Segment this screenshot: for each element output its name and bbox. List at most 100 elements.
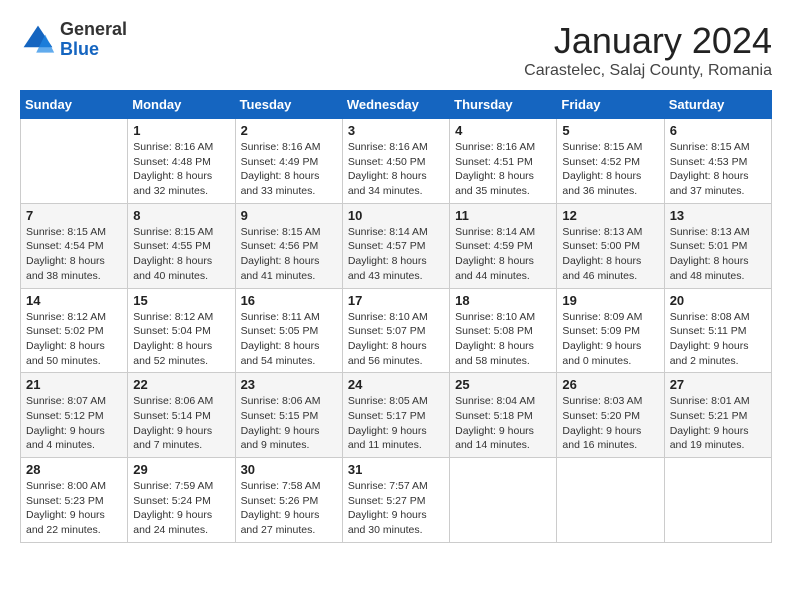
day-info: Sunrise: 8:07 AM Sunset: 5:12 PM Dayligh… <box>26 394 122 453</box>
weekday-header-monday: Monday <box>128 91 235 119</box>
calendar-cell: 12Sunrise: 8:13 AM Sunset: 5:00 PM Dayli… <box>557 203 664 288</box>
day-info: Sunrise: 8:10 AM Sunset: 5:08 PM Dayligh… <box>455 310 551 369</box>
day-info: Sunrise: 8:12 AM Sunset: 5:04 PM Dayligh… <box>133 310 229 369</box>
day-number: 25 <box>455 377 551 392</box>
weekday-header-wednesday: Wednesday <box>342 91 449 119</box>
day-number: 2 <box>241 123 337 138</box>
calendar-cell: 9Sunrise: 8:15 AM Sunset: 4:56 PM Daylig… <box>235 203 342 288</box>
day-number: 27 <box>670 377 766 392</box>
calendar-table: SundayMondayTuesdayWednesdayThursdayFrid… <box>20 90 772 543</box>
day-info: Sunrise: 8:16 AM Sunset: 4:48 PM Dayligh… <box>133 140 229 199</box>
day-info: Sunrise: 8:03 AM Sunset: 5:20 PM Dayligh… <box>562 394 658 453</box>
day-info: Sunrise: 8:06 AM Sunset: 5:14 PM Dayligh… <box>133 394 229 453</box>
day-number: 22 <box>133 377 229 392</box>
day-info: Sunrise: 8:01 AM Sunset: 5:21 PM Dayligh… <box>670 394 766 453</box>
day-info: Sunrise: 8:06 AM Sunset: 5:15 PM Dayligh… <box>241 394 337 453</box>
day-number: 31 <box>348 462 444 477</box>
day-number: 24 <box>348 377 444 392</box>
day-info: Sunrise: 8:16 AM Sunset: 4:50 PM Dayligh… <box>348 140 444 199</box>
weekday-header-tuesday: Tuesday <box>235 91 342 119</box>
calendar-cell: 16Sunrise: 8:11 AM Sunset: 5:05 PM Dayli… <box>235 288 342 373</box>
calendar-cell: 6 Sunrise: 8:15 AM Sunset: 4:53 PM Daylig… <box>664 119 771 204</box>
day-info: Sunrise: 8:15 AM Sunset: 4:52 PM Dayligh… <box>562 140 658 199</box>
calendar-cell: 4Sunrise: 8:16 AM Sunset: 4:51 PM Daylig… <box>450 119 557 204</box>
day-info: Sunrise: 7:58 AM Sunset: 5:26 PM Dayligh… <box>241 479 337 538</box>
day-info: Sunrise: 8:13 AM Sunset: 5:01 PM Dayligh… <box>670 225 766 284</box>
calendar-week-row: 28 Sunrise: 8:00 AM Sunset: 5:23 PM Dayli… <box>21 458 772 543</box>
day-info: Sunrise: 8:16 AM Sunset: 4:49 PM Dayligh… <box>241 140 337 199</box>
calendar-cell: 19 Sunrise: 8:09 AM Sunset: 5:09 PM Dayli… <box>557 288 664 373</box>
calendar-cell: 31Sunrise: 7:57 AM Sunset: 5:27 PM Dayli… <box>342 458 449 543</box>
calendar-cell: 28 Sunrise: 8:00 AM Sunset: 5:23 PM Dayli… <box>21 458 128 543</box>
day-info: Sunrise: 8:08 AM Sunset: 5:11 PM Dayligh… <box>670 310 766 369</box>
day-info: Sunrise: 7:59 AM Sunset: 5:24 PM Dayligh… <box>133 479 229 538</box>
day-number: 30 <box>241 462 337 477</box>
calendar-week-row: 7Sunrise: 8:15 AM Sunset: 4:54 PM Daylig… <box>21 203 772 288</box>
calendar-cell: 29 Sunrise: 7:59 AM Sunset: 5:24 PM Dayli… <box>128 458 235 543</box>
calendar-cell: 14Sunrise: 8:12 AM Sunset: 5:02 PM Dayli… <box>21 288 128 373</box>
day-info: Sunrise: 8:00 AM Sunset: 5:23 PM Dayligh… <box>26 479 122 538</box>
calendar-cell: 5 Sunrise: 8:15 AM Sunset: 4:52 PM Daylig… <box>557 119 664 204</box>
weekday-header-thursday: Thursday <box>450 91 557 119</box>
calendar-cell: 13Sunrise: 8:13 AM Sunset: 5:01 PM Dayli… <box>664 203 771 288</box>
day-number: 5 <box>562 123 658 138</box>
day-number: 29 <box>133 462 229 477</box>
calendar-cell: 27 Sunrise: 8:01 AM Sunset: 5:21 PM Dayli… <box>664 373 771 458</box>
day-info: Sunrise: 8:12 AM Sunset: 5:02 PM Dayligh… <box>26 310 122 369</box>
day-number: 3 <box>348 123 444 138</box>
calendar-cell: 18 Sunrise: 8:10 AM Sunset: 5:08 PM Dayli… <box>450 288 557 373</box>
calendar-cell: 17 Sunrise: 8:10 AM Sunset: 5:07 PM Dayli… <box>342 288 449 373</box>
day-info: Sunrise: 8:14 AM Sunset: 4:59 PM Dayligh… <box>455 225 551 284</box>
calendar-cell <box>450 458 557 543</box>
location-subtitle: Carastelec, Salaj County, Romania <box>524 62 772 80</box>
day-number: 16 <box>241 293 337 308</box>
day-number: 19 <box>562 293 658 308</box>
weekday-header-sunday: Sunday <box>21 91 128 119</box>
logo-icon <box>20 22 56 58</box>
logo: General Blue <box>20 20 127 60</box>
weekday-header-friday: Friday <box>557 91 664 119</box>
calendar-week-row: 14Sunrise: 8:12 AM Sunset: 5:02 PM Dayli… <box>21 288 772 373</box>
day-number: 9 <box>241 208 337 223</box>
day-number: 26 <box>562 377 658 392</box>
day-number: 15 <box>133 293 229 308</box>
calendar-week-row: 21 Sunrise: 8:07 AM Sunset: 5:12 PM Dayli… <box>21 373 772 458</box>
day-number: 18 <box>455 293 551 308</box>
calendar-cell <box>664 458 771 543</box>
day-number: 21 <box>26 377 122 392</box>
calendar-cell: 10 Sunrise: 8:14 AM Sunset: 4:57 PM Dayli… <box>342 203 449 288</box>
calendar-week-row: 1 Sunrise: 8:16 AM Sunset: 4:48 PM Daylig… <box>21 119 772 204</box>
calendar-cell: 7Sunrise: 8:15 AM Sunset: 4:54 PM Daylig… <box>21 203 128 288</box>
calendar-cell: 25 Sunrise: 8:04 AM Sunset: 5:18 PM Dayli… <box>450 373 557 458</box>
calendar-cell: 24 Sunrise: 8:05 AM Sunset: 5:17 PM Dayli… <box>342 373 449 458</box>
header: General Blue January 2024 Carastelec, Sa… <box>20 20 772 80</box>
calendar-cell: 1 Sunrise: 8:16 AM Sunset: 4:48 PM Daylig… <box>128 119 235 204</box>
day-info: Sunrise: 8:14 AM Sunset: 4:57 PM Dayligh… <box>348 225 444 284</box>
day-info: Sunrise: 8:05 AM Sunset: 5:17 PM Dayligh… <box>348 394 444 453</box>
day-number: 28 <box>26 462 122 477</box>
day-number: 10 <box>348 208 444 223</box>
month-title: January 2024 <box>524 20 772 62</box>
day-number: 8 <box>133 208 229 223</box>
calendar-cell <box>557 458 664 543</box>
calendar-cell: 3 Sunrise: 8:16 AM Sunset: 4:50 PM Daylig… <box>342 119 449 204</box>
day-number: 17 <box>348 293 444 308</box>
weekday-header-saturday: Saturday <box>664 91 771 119</box>
day-info: Sunrise: 8:15 AM Sunset: 4:53 PM Dayligh… <box>670 140 766 199</box>
day-info: Sunrise: 8:09 AM Sunset: 5:09 PM Dayligh… <box>562 310 658 369</box>
day-number: 1 <box>133 123 229 138</box>
day-number: 11 <box>455 208 551 223</box>
logo-text: General Blue <box>60 20 127 60</box>
calendar-cell: 23Sunrise: 8:06 AM Sunset: 5:15 PM Dayli… <box>235 373 342 458</box>
day-number: 4 <box>455 123 551 138</box>
day-info: Sunrise: 8:13 AM Sunset: 5:00 PM Dayligh… <box>562 225 658 284</box>
calendar-cell: 2 Sunrise: 8:16 AM Sunset: 4:49 PM Daylig… <box>235 119 342 204</box>
calendar-cell: 15 Sunrise: 8:12 AM Sunset: 5:04 PM Dayli… <box>128 288 235 373</box>
day-number: 6 <box>670 123 766 138</box>
calendar-cell: 20Sunrise: 8:08 AM Sunset: 5:11 PM Dayli… <box>664 288 771 373</box>
calendar-cell: 30 Sunrise: 7:58 AM Sunset: 5:26 PM Dayli… <box>235 458 342 543</box>
calendar-cell: 11 Sunrise: 8:14 AM Sunset: 4:59 PM Dayli… <box>450 203 557 288</box>
day-info: Sunrise: 8:10 AM Sunset: 5:07 PM Dayligh… <box>348 310 444 369</box>
day-info: Sunrise: 8:04 AM Sunset: 5:18 PM Dayligh… <box>455 394 551 453</box>
title-area: January 2024 Carastelec, Salaj County, R… <box>524 20 772 80</box>
